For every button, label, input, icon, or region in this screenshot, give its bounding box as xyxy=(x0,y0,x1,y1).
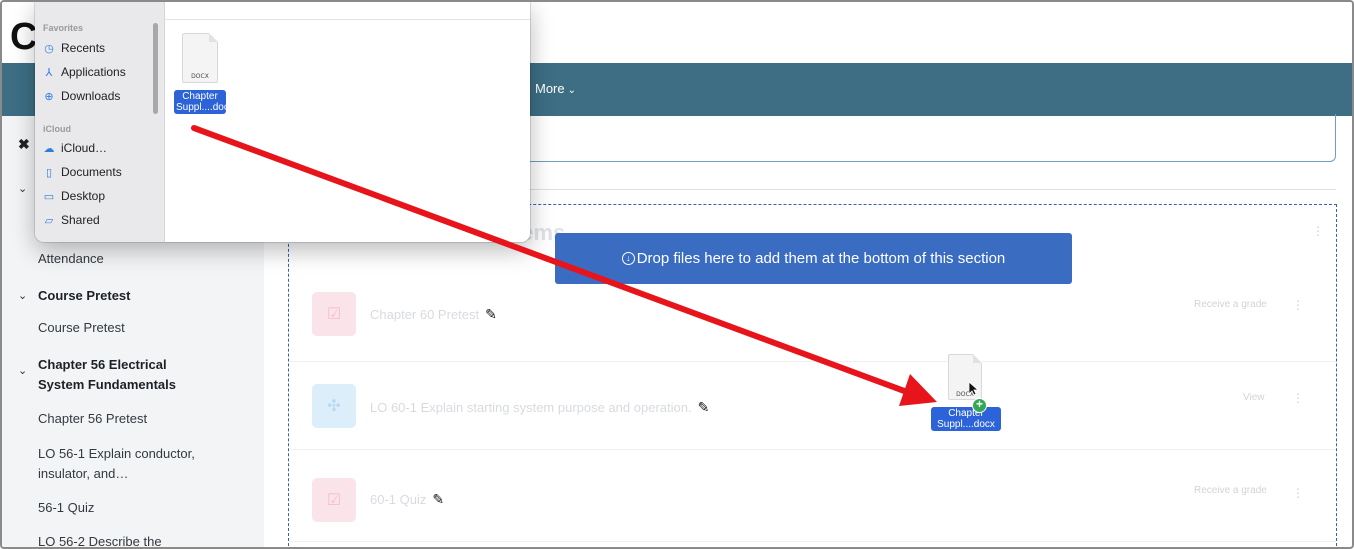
finder-toolbar-divider xyxy=(165,19,530,20)
activity-actions-icon[interactable]: ⋮ xyxy=(1292,298,1304,312)
file-extension-label: DOCX xyxy=(191,73,209,80)
file-name-line: Suppl....docx xyxy=(176,102,234,113)
finder-item-label: Shared xyxy=(61,213,100,227)
docx-file-icon: DOCX xyxy=(182,33,218,83)
sidebar-item-course-pretest[interactable]: Course Pretest xyxy=(38,318,125,338)
activity-actions-icon[interactable]: ⋮ xyxy=(1292,486,1304,500)
completion-status: Receive a grade xyxy=(1194,485,1267,496)
chevron-down-icon[interactable]: ⌄ xyxy=(18,182,27,195)
shared-folder-icon: ▱ xyxy=(44,214,54,227)
activity-link[interactable]: Chapter 60 Pretest ✎ xyxy=(370,306,497,323)
chevron-down-icon[interactable]: ⌄ xyxy=(18,364,27,377)
activity-name: 60-1 Quiz xyxy=(370,492,427,507)
item-title-line: insulator, and… xyxy=(38,466,129,481)
file-name-line: Chapter xyxy=(182,91,218,102)
section-title-line: Chapter 56 Electrical xyxy=(38,357,167,372)
edit-pencil-icon[interactable]: ✎ xyxy=(698,399,710,416)
sidebar-item-56-1-quiz[interactable]: 56-1 Quiz xyxy=(38,498,94,518)
browser-frame: C More ⌄ ✖ ⌄ Attendance ⌄ Course Pretest … xyxy=(0,0,1354,549)
mouse-pointer-icon xyxy=(969,382,979,396)
sidebar-item-attendance[interactable]: Attendance xyxy=(38,249,104,269)
item-title-line: LO 56-1 Explain conductor, xyxy=(38,446,195,461)
finder-item-label: iCloud… xyxy=(61,141,108,155)
chevron-down-icon[interactable]: ⌄ xyxy=(18,289,27,302)
file-name-label: Chapter Suppl....docx xyxy=(174,90,234,114)
activity-row: ✣ LO 60-1 Explain starting system purpos… xyxy=(289,362,1336,450)
download-icon: ⊕ xyxy=(44,90,54,103)
drop-files-banner: ↓ Drop files here to add them at the bott… xyxy=(555,233,1072,284)
clock-icon: ◷ xyxy=(44,42,54,55)
edit-pencil-icon[interactable]: ✎ xyxy=(432,491,444,508)
quiz-icon: ☑ xyxy=(312,292,356,336)
sidebar-section-chapter-56[interactable]: Chapter 56 Electrical System Fundamental… xyxy=(38,355,176,395)
sidebar-item-lo-56-1[interactable]: LO 56-1 Explain conductor, insulator, an… xyxy=(38,444,195,484)
sidebar-section-course-pretest[interactable]: Course Pretest xyxy=(38,286,130,306)
close-drawer-icon[interactable]: ✖ xyxy=(18,136,30,153)
document-icon: ▯ xyxy=(45,166,53,179)
finder-item-label: Recents xyxy=(61,41,106,55)
favorites-heading: Favorites xyxy=(43,23,84,33)
site-logo[interactable]: C xyxy=(10,16,37,59)
desktop-icon: ▭ xyxy=(43,190,55,203)
file-name-label: Chapter Suppl....docx xyxy=(931,407,1001,431)
finder-item-recents[interactable]: ◷ Recents xyxy=(43,41,105,55)
section-title-line: System Fundamentals xyxy=(38,377,176,392)
finder-sidebar: Favorites ◷ Recents ⅄ Applications ⊕ Downlo… xyxy=(35,2,164,242)
finder-item-label: Downloads xyxy=(61,89,121,103)
finder-item-desktop[interactable]: ▭ Desktop xyxy=(43,189,105,203)
finder-item-shared[interactable]: ▱ Shared xyxy=(43,213,100,227)
sidebar-item-lo-56-2[interactable]: LO 56-2 Describe the xyxy=(38,532,162,547)
activity-actions-icon[interactable]: ⋮ xyxy=(1292,391,1304,405)
finder-item-downloads[interactable]: ⊕ Downloads xyxy=(43,89,120,103)
activity-row: ☑ 60-1 Quiz ✎ Receive a grade ⋮ xyxy=(289,450,1336,542)
file-name-line: Chapter xyxy=(948,408,984,419)
section-actions-icon[interactable]: ⋮ xyxy=(1312,224,1324,238)
finder-item-applications[interactable]: ⅄ Applications xyxy=(43,65,126,79)
sidebar-item-chapter-56-pretest[interactable]: Chapter 56 Pretest xyxy=(38,409,147,429)
completion-status: Receive a grade xyxy=(1194,299,1267,310)
applications-icon: ⅄ xyxy=(45,66,53,79)
lesson-icon: ✣ xyxy=(312,384,356,428)
nav-more-menu[interactable]: More ⌄ xyxy=(535,81,576,96)
activity-link[interactable]: LO 60-1 Explain starting system purpose … xyxy=(370,399,709,416)
finder-file-area: DOCX Chapter Suppl....docx xyxy=(164,2,530,242)
drop-banner-text: Drop files here to add them at the botto… xyxy=(636,250,1006,267)
nav-more-label: More xyxy=(535,81,565,96)
activity-name: Chapter 60 Pretest xyxy=(370,307,480,322)
download-icon: ↓ xyxy=(621,252,635,265)
finder-item-icloud-drive[interactable]: ☁ iCloud… xyxy=(43,141,108,155)
file-name-line: Suppl....docx xyxy=(937,419,995,430)
cloud-icon: ☁ xyxy=(43,142,55,155)
finder-sidebar-scrollbar[interactable] xyxy=(153,23,158,114)
finder-window[interactable]: Favorites ◷ Recents ⅄ Applications ⊕ Downlo… xyxy=(35,2,530,242)
completion-status: View xyxy=(1243,392,1265,403)
activity-name: LO 60-1 Explain starting system purpose … xyxy=(370,400,692,415)
copy-plus-icon: + xyxy=(972,398,987,413)
finder-item-documents[interactable]: ▯ Documents xyxy=(43,165,122,179)
quiz-icon: ☑ xyxy=(312,478,356,522)
icloud-heading: iCloud xyxy=(43,124,71,134)
activity-link[interactable]: 60-1 Quiz ✎ xyxy=(370,491,444,508)
finder-item-label: Desktop xyxy=(61,189,106,203)
chevron-down-icon: ⌄ xyxy=(567,85,577,96)
finder-item-label: Documents xyxy=(61,165,122,179)
finder-item-label: Applications xyxy=(61,65,126,79)
edit-pencil-icon[interactable]: ✎ xyxy=(485,306,497,323)
